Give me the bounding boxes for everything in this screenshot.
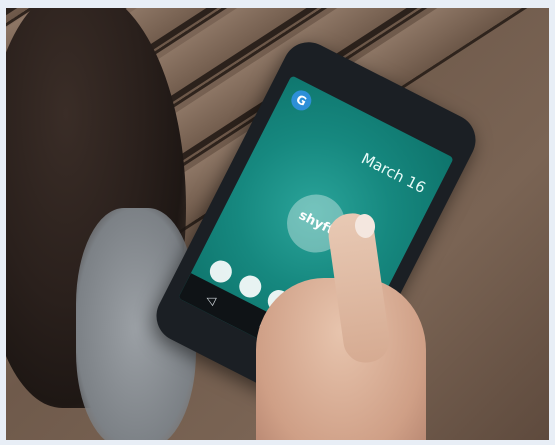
date-widget: March 16: [358, 149, 429, 198]
google-search-icon[interactable]: G: [287, 86, 315, 114]
back-icon[interactable]: ◁: [204, 291, 219, 308]
photo: G March 16 shyft ◁ ○ □: [6, 8, 549, 440]
phone-icon[interactable]: [206, 256, 236, 287]
email-icon[interactable]: [235, 271, 265, 302]
